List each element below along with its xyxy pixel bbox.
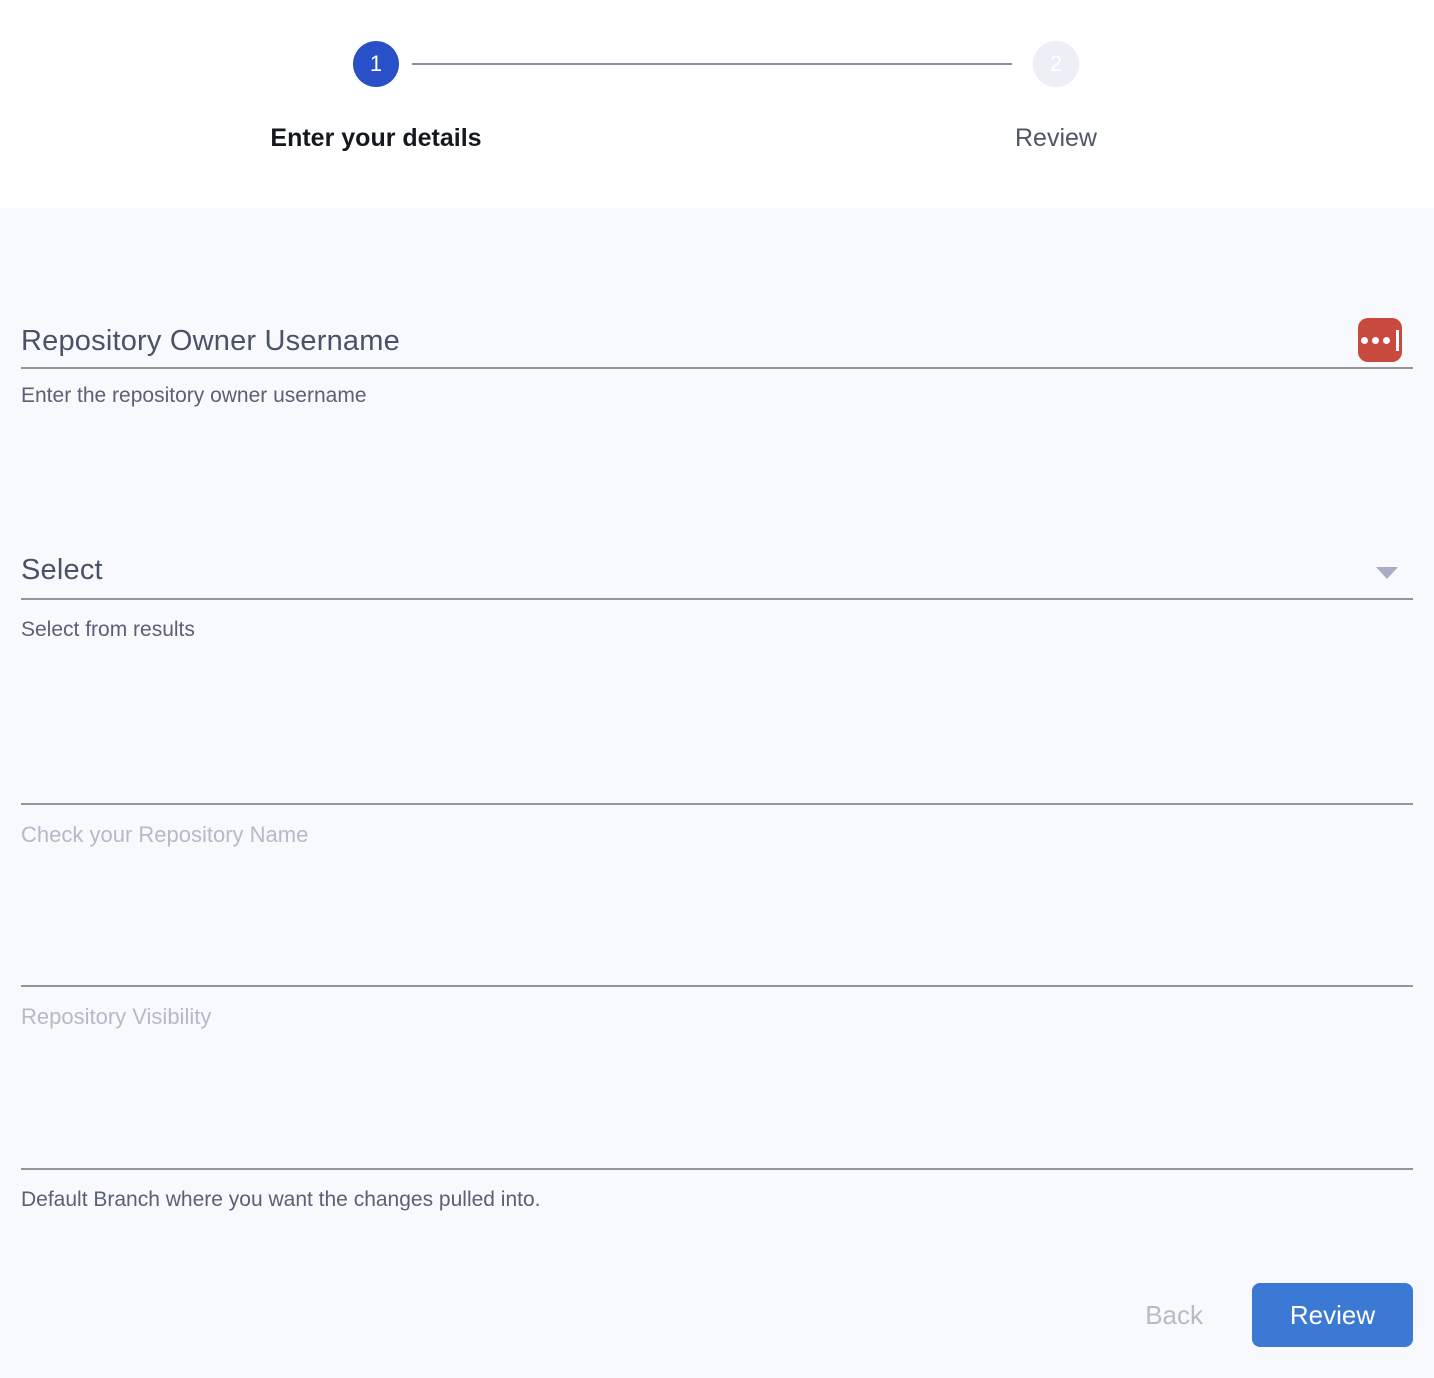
step-indicator-2: 2 bbox=[1033, 41, 1079, 87]
step-label-review: Review bbox=[1015, 124, 1097, 153]
password-manager-dot bbox=[1361, 337, 1368, 344]
input-underline bbox=[21, 598, 1413, 600]
repository-name-helper-text: Check your Repository Name bbox=[21, 821, 1413, 849]
form-actions: Back Review bbox=[21, 1283, 1413, 1347]
repository-visibility-helper-text: Repository Visibility bbox=[21, 1003, 1413, 1031]
select-dropdown-value: Select bbox=[21, 554, 103, 587]
select-helper-text: Select from results bbox=[21, 616, 1413, 644]
step-label-enter-details: Enter your details bbox=[270, 124, 481, 153]
input-underline bbox=[21, 985, 1413, 987]
wizard-stepper: 1 2 Enter your details Review bbox=[0, 0, 1434, 208]
step-number: 2 bbox=[1050, 51, 1062, 77]
owner-helper-text: Enter the repository owner username bbox=[21, 382, 1413, 410]
field-select-result: Select Select from results bbox=[21, 550, 1413, 644]
chevron-down-icon[interactable] bbox=[1376, 567, 1398, 579]
details-form: Repository Owner Username Enter the repo… bbox=[0, 208, 1434, 1378]
input-underline bbox=[21, 1168, 1413, 1170]
input-underline bbox=[21, 367, 1413, 369]
step-indicator-1: 1 bbox=[353, 41, 399, 87]
review-button[interactable]: Review bbox=[1252, 1283, 1413, 1347]
input-underline bbox=[21, 803, 1413, 805]
field-default-branch[interactable]: Default Branch where you want the change… bbox=[21, 1168, 1413, 1214]
stepper-connector-line bbox=[412, 63, 1012, 65]
default-branch-helper-text: Default Branch where you want the change… bbox=[21, 1186, 1413, 1214]
repository-owner-username-input[interactable]: Repository Owner Username bbox=[21, 321, 1413, 361]
password-manager-cursor bbox=[1396, 330, 1399, 351]
step-number: 1 bbox=[370, 51, 382, 77]
password-manager-dot bbox=[1372, 337, 1379, 344]
repository-owner-username-label: Repository Owner Username bbox=[21, 325, 400, 358]
back-button[interactable]: Back bbox=[1145, 1300, 1203, 1331]
password-manager-dot bbox=[1383, 337, 1390, 344]
select-dropdown[interactable]: Select bbox=[21, 550, 1413, 590]
field-repository-name[interactable]: Check your Repository Name bbox=[21, 803, 1413, 849]
field-repository-visibility[interactable]: Repository Visibility bbox=[21, 985, 1413, 1031]
field-repository-owner-username: Repository Owner Username Enter the repo… bbox=[21, 208, 1413, 410]
password-manager-icon[interactable] bbox=[1358, 318, 1402, 362]
